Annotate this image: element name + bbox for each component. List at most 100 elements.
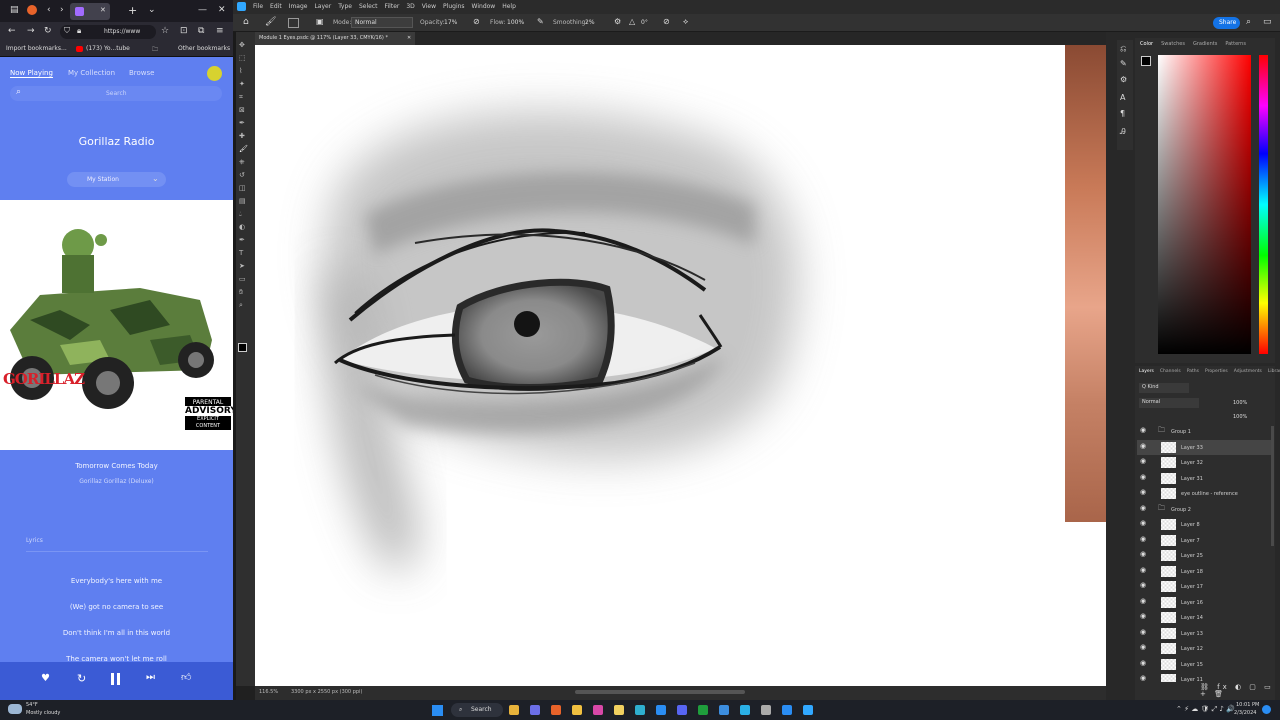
vscode-icon[interactable] xyxy=(782,705,792,715)
bookmark-import[interactable]: Import bookmarks... xyxy=(6,45,67,52)
path-select-icon[interactable]: ➤ xyxy=(239,263,245,270)
track-meta[interactable]: Gorillaz Gorillaz (Deluxe) xyxy=(0,478,233,485)
firefox-icon[interactable] xyxy=(27,5,37,15)
tab-swatches[interactable]: Swatches xyxy=(1161,41,1185,47)
app-menu-icon[interactable]: ≡ xyxy=(216,27,224,36)
weather-icon[interactable] xyxy=(8,704,22,714)
mode-select[interactable]: Normal xyxy=(351,17,413,28)
hand-tool-icon[interactable]: ✋︎ xyxy=(239,289,243,296)
taskbar-search[interactable]: ⌕ Search xyxy=(451,703,503,717)
menu-item-file[interactable]: File xyxy=(253,3,263,10)
bookmark-star-icon[interactable]: ☆ xyxy=(161,27,169,36)
back-icon[interactable]: ← xyxy=(8,27,16,36)
pen-tool-icon[interactable]: ✒ xyxy=(239,237,245,244)
menu-item-select[interactable]: Select xyxy=(359,3,378,10)
tab-adjustments[interactable]: Adjustments xyxy=(1234,369,1262,374)
visibility-eye-icon[interactable]: ◉ xyxy=(1140,473,1146,481)
layer-group-row[interactable]: ◉ 🗀 Group 2 xyxy=(1137,502,1271,517)
lasso-tool-icon[interactable]: ⌇ xyxy=(239,68,242,75)
replay-icon[interactable]: ↻ xyxy=(77,673,86,684)
new-tab-icon[interactable]: + xyxy=(128,5,137,16)
paragraph-icon[interactable]: ¶ xyxy=(1120,110,1125,118)
menu-icon[interactable]: ▤ xyxy=(10,6,19,15)
menu-item-plugins[interactable]: Plugins xyxy=(443,3,465,10)
layer-row[interactable]: ◉ Layer 33 xyxy=(1137,439,1271,455)
layer-fill-value[interactable]: 100% xyxy=(1233,414,1247,420)
tab-libraries[interactable]: Libraries xyxy=(1268,369,1280,374)
layer-row[interactable]: ◉ Layer 12 xyxy=(1137,641,1271,656)
layer-opacity-value[interactable]: 100% xyxy=(1233,400,1247,406)
layer-row[interactable]: ◉ Layer 31 xyxy=(1137,471,1271,486)
zoom-tool-icon[interactable]: ⌕ xyxy=(239,302,243,309)
gradient-tool-icon[interactable]: ▤ xyxy=(239,198,246,205)
folder-icon[interactable]: 🗀 xyxy=(1158,427,1165,434)
layer-row[interactable]: ◉ Layer 13 xyxy=(1137,626,1271,641)
tab-paths[interactable]: Paths xyxy=(1187,369,1199,374)
chevron-down-icon[interactable]: ⌄ xyxy=(148,6,156,15)
blend-mode-select[interactable]: Normal xyxy=(1139,398,1199,408)
visibility-eye-icon[interactable]: ◉ xyxy=(1140,566,1146,574)
flow-value[interactable]: 100% xyxy=(507,19,524,26)
bookmark-youtube[interactable]: (173) Yo...tube xyxy=(86,45,130,52)
menu-item-edit[interactable]: Edit xyxy=(270,3,282,10)
tab-list-icon[interactable]: › xyxy=(60,6,64,15)
document-tab[interactable]: Module 1 Eyes.psdc @ 117% (Layer 33, CMY… xyxy=(255,32,415,45)
thumbs-down-icon[interactable]: ♥ xyxy=(41,674,50,684)
dodge-tool-icon[interactable]: ◐ xyxy=(239,224,245,231)
discord-icon[interactable] xyxy=(677,705,687,715)
menu-item-window[interactable]: Window xyxy=(472,3,496,10)
file-explorer-icon[interactable] xyxy=(509,705,519,715)
tab-patterns[interactable]: Patterns xyxy=(1225,41,1246,47)
zoom-level[interactable]: 116.5% xyxy=(259,689,278,695)
brush-tool-icon[interactable]: 🖌︎ xyxy=(265,18,276,27)
bookmark-other[interactable]: Other bookmarks xyxy=(178,45,230,52)
tab-color[interactable]: Color xyxy=(1140,41,1153,47)
close-tab-icon[interactable]: ✕ xyxy=(100,7,106,14)
layer-row[interactable]: ◉ Layer 7 xyxy=(1137,533,1271,548)
character-icon[interactable]: A xyxy=(1120,94,1125,102)
search-icon[interactable]: ⌕ xyxy=(1246,18,1251,27)
visibility-eye-icon[interactable]: ◉ xyxy=(1140,582,1146,589)
menu-item-type[interactable]: Type xyxy=(338,3,352,10)
clock-time[interactable]: 10:01 PM xyxy=(1236,702,1259,708)
history-icon[interactable]: ⎌ xyxy=(1120,45,1126,53)
horizontal-scrollbar[interactable] xyxy=(575,690,745,694)
foreground-swatch[interactable] xyxy=(1141,56,1151,66)
document-canvas[interactable] xyxy=(255,45,1106,686)
media-player-icon[interactable] xyxy=(740,705,750,715)
tab-now-playing[interactable]: Now Playing xyxy=(10,69,53,78)
opacity-value[interactable]: 17% xyxy=(444,19,457,26)
airbrush-icon[interactable]: ✎ xyxy=(537,18,544,26)
move-tool-icon[interactable]: ✥ xyxy=(239,42,245,49)
color-field[interactable] xyxy=(1158,55,1251,354)
clone-stamp-icon[interactable]: ⎈ xyxy=(239,159,245,166)
rectangle-tool-icon[interactable]: ▭ xyxy=(239,276,246,283)
layer-actions-icons[interactable]: ⛓ fx ◐ ▢ ▭ + 🗑︎ xyxy=(1200,684,1275,698)
layer-row[interactable]: ◉ eye outline - reference xyxy=(1137,486,1271,501)
crop-tool-icon[interactable]: ⌗ xyxy=(239,94,243,101)
layer-filter-kind[interactable]: Q Kind xyxy=(1139,383,1189,393)
store-icon[interactable] xyxy=(656,705,666,715)
start-icon[interactable] xyxy=(432,705,443,716)
pause-icon[interactable] xyxy=(111,673,114,685)
tab-browse[interactable]: Browse xyxy=(129,69,155,77)
folder-icon[interactable] xyxy=(572,705,582,715)
reload-icon[interactable]: ↻ xyxy=(44,27,52,36)
hue-slider[interactable] xyxy=(1259,55,1268,354)
skip-icon[interactable]: ⏭︎ xyxy=(146,673,155,683)
layer-row[interactable]: ◉ Layer 16 xyxy=(1137,595,1271,610)
layer-row[interactable]: ◉ Layer 15 xyxy=(1137,657,1271,672)
layers-scrollbar[interactable] xyxy=(1271,426,1274,546)
clock-date[interactable]: 2/3/2024 xyxy=(1234,710,1256,716)
xbox-icon[interactable] xyxy=(698,705,708,715)
menu-item-filter[interactable]: Filter xyxy=(385,3,400,10)
close-window-icon[interactable]: ✕ xyxy=(218,6,226,15)
magic-wand-icon[interactable]: ✦ xyxy=(239,81,245,88)
visibility-eye-icon[interactable]: ◉ xyxy=(1140,520,1146,527)
layer-row[interactable]: ◉ Layer 25 xyxy=(1137,548,1271,563)
gear-icon[interactable]: ⚙ xyxy=(614,18,621,26)
tab-properties[interactable]: Properties xyxy=(1205,369,1228,374)
search-input[interactable]: ⌕ Search xyxy=(10,86,222,101)
layer-row[interactable]: ◉ Layer 14 xyxy=(1137,610,1271,625)
layer-row[interactable]: ◉ Layer 18 xyxy=(1137,564,1271,579)
